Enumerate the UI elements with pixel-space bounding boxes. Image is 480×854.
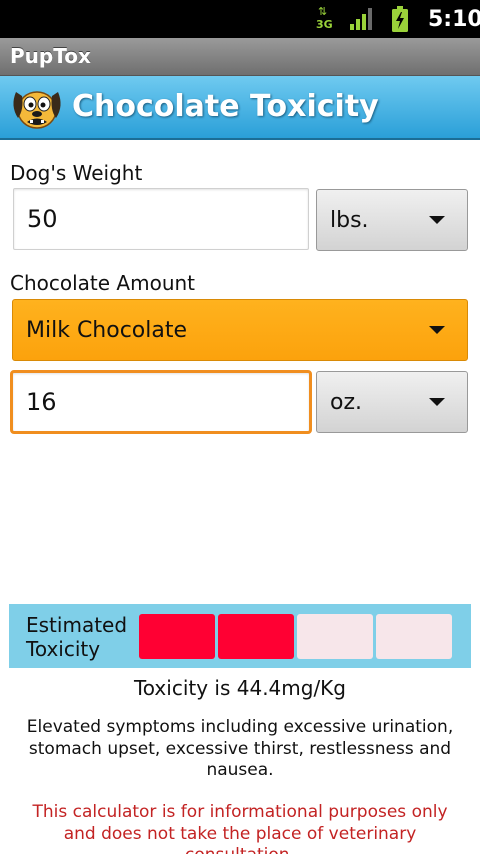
amount-unit-dropdown[interactable]: oz.	[316, 371, 468, 433]
page-header: Chocolate Toxicity	[0, 76, 480, 140]
chocolate-type-value: Milk Chocolate	[26, 317, 188, 343]
dog-face-icon	[13, 91, 61, 129]
clock-time: 5:10	[428, 7, 480, 32]
toxicity-result: Toxicity is 44.4mg/Kg	[133, 676, 346, 700]
dropdown-caret-icon	[429, 398, 445, 406]
chocolate-type-dropdown[interactable]: Milk Chocolate	[12, 299, 468, 361]
toxicity-bar-segment	[376, 614, 452, 659]
status-bar: ⇅ 3G 5:10	[0, 0, 480, 38]
weight-unit-value: lbs.	[330, 207, 369, 233]
toxicity-bar-segment	[139, 614, 215, 659]
weight-unit-dropdown[interactable]: lbs.	[316, 189, 468, 251]
amount-unit-value: oz.	[330, 389, 363, 415]
dog-weight-label: Dog's Weight	[10, 161, 143, 185]
chocolate-amount-label: Chocolate Amount	[10, 271, 196, 295]
chocolate-amount-input[interactable]: 16	[10, 370, 312, 434]
app-title: PupTox	[10, 44, 91, 68]
network-3g-icon: ⇅ 3G	[316, 5, 333, 31]
app-title-bar: PupTox	[0, 38, 480, 76]
toxicity-meter: Estimated Toxicity	[9, 604, 471, 668]
dog-weight-input[interactable]: 50	[13, 188, 309, 250]
meter-label: Estimated Toxicity	[26, 613, 128, 661]
battery-charging-icon	[392, 6, 408, 32]
toxicity-bar-segment	[297, 614, 373, 659]
page-title: Chocolate Toxicity	[72, 89, 379, 124]
symptoms-text: Elevated symptoms including excessive ur…	[26, 717, 454, 780]
dropdown-caret-icon	[429, 326, 445, 334]
toxicity-bar-segment	[218, 614, 294, 659]
signal-strength-icon	[350, 8, 372, 30]
disclaimer-text: This calculator is for informational pur…	[32, 802, 448, 854]
dropdown-caret-icon	[429, 216, 445, 224]
